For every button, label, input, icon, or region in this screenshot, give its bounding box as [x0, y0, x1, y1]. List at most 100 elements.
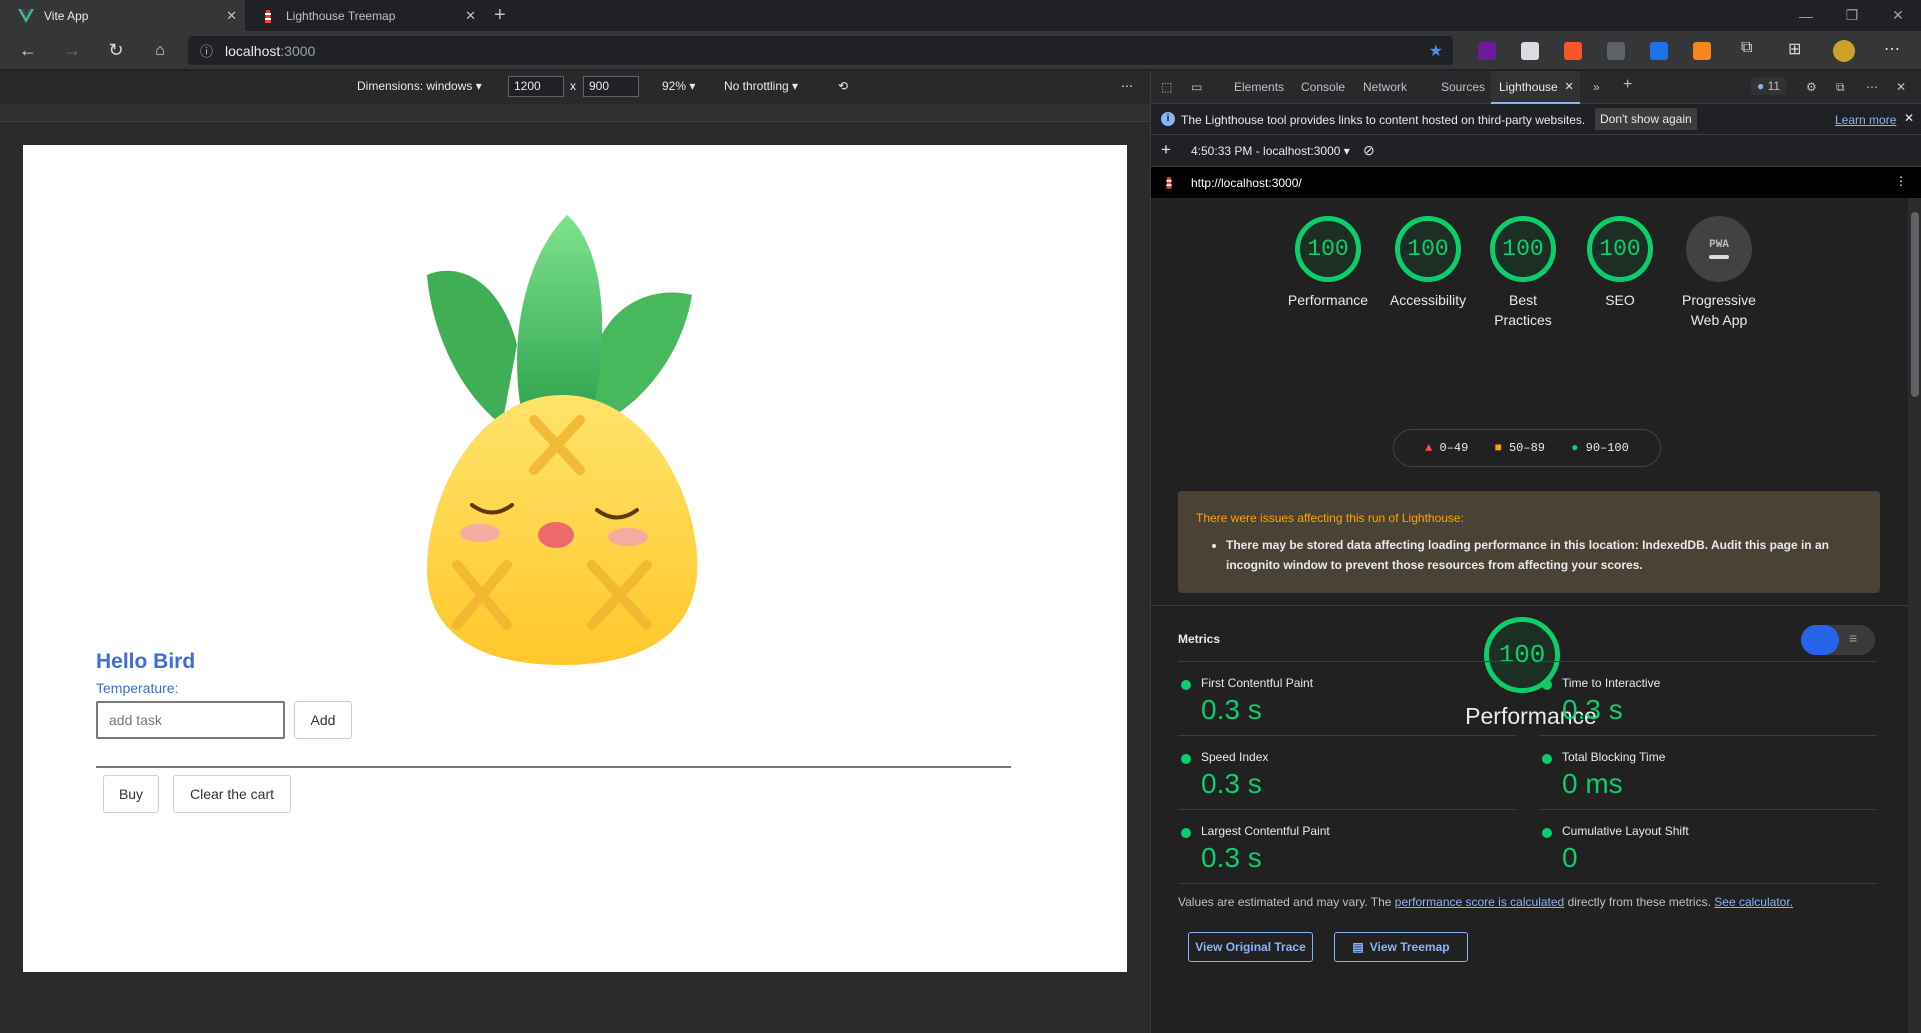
- address-toolbar: ← → ↻ ⌂ ⓘ localhost:3000 ★ ⧉ ⊞ ⋯: [0, 31, 1921, 70]
- note-text: directly from these metrics.: [1567, 895, 1711, 909]
- report-menu-icon[interactable]: ⋮: [1895, 174, 1907, 188]
- settings-gear-icon[interactable]: ⚙: [1806, 80, 1817, 94]
- legend-average: ■ 50–89: [1495, 441, 1545, 455]
- reload-icon[interactable]: ↻: [98, 31, 134, 70]
- extensions-puzzle-icon[interactable]: ⧉: [1741, 39, 1752, 57]
- zoom-label: 92%: [662, 79, 687, 93]
- square-icon: ■: [1494, 441, 1502, 455]
- gauge-pwa[interactable]: PWA Progressive Web App: [1661, 216, 1777, 330]
- legend-label: 90–100: [1585, 441, 1629, 455]
- dimensions-label: Dimensions: windows: [357, 79, 473, 93]
- tab-elements[interactable]: Elements: [1234, 80, 1284, 94]
- tab-lighthouse[interactable]: Lighthouse ✕: [1491, 71, 1580, 104]
- media-query-ruler: [0, 104, 1150, 122]
- close-info-icon[interactable]: ✕: [1904, 111, 1914, 125]
- issues-badge[interactable]: ● 11: [1751, 77, 1787, 95]
- new-report-icon[interactable]: +: [1161, 140, 1171, 160]
- metric-tti: Time to Interactive 0.3 s: [1539, 661, 1877, 735]
- restore-icon[interactable]: ❐: [1829, 0, 1875, 31]
- metrics-heading: Metrics: [1178, 632, 1221, 646]
- close-tab-icon[interactable]: ✕: [465, 8, 476, 24]
- more-options-icon[interactable]: ⋯: [1866, 80, 1878, 94]
- pass-indicator: [1542, 828, 1552, 838]
- dont-show-again-button[interactable]: Don't show again: [1595, 108, 1697, 130]
- buy-button[interactable]: Buy: [103, 775, 159, 813]
- collections-icon[interactable]: ⊞: [1788, 39, 1801, 59]
- report-time: 4:50:33 PM - localhost:3000: [1191, 144, 1341, 158]
- tab-title: Lighthouse Treemap: [286, 8, 396, 23]
- throttling-select[interactable]: No throttling ▾: [724, 79, 798, 93]
- avatar[interactable]: [1833, 40, 1855, 62]
- calculator-link[interactable]: See calculator.: [1714, 895, 1793, 909]
- close-window-icon[interactable]: ✕: [1875, 0, 1921, 31]
- device-toggle-icon[interactable]: ▭: [1191, 80, 1202, 94]
- compact-view-icon[interactable]: [1801, 625, 1839, 655]
- site-info-icon[interactable]: ⓘ: [200, 41, 213, 60]
- treemap-icon: ▤: [1352, 940, 1364, 954]
- dock-icon[interactable]: ⧉: [1836, 80, 1845, 95]
- width-input[interactable]: 1200: [508, 76, 564, 97]
- gauge-performance[interactable]: 100 Performance: [1280, 216, 1376, 310]
- back-icon[interactable]: ←: [10, 31, 46, 70]
- close-tab-icon[interactable]: ✕: [1565, 80, 1574, 93]
- extension-icon-1[interactable]: [1478, 42, 1496, 60]
- more-tabs-icon[interactable]: »: [1593, 80, 1600, 94]
- tab-console[interactable]: Console: [1301, 80, 1345, 94]
- expanded-view-icon[interactable]: ≡: [1849, 630, 1857, 646]
- metric-name: First Contentful Paint: [1201, 676, 1314, 690]
- gauge-seo[interactable]: 100 SEO: [1572, 216, 1668, 310]
- close-devtools-icon[interactable]: ✕: [1896, 80, 1906, 94]
- rotate-icon[interactable]: ⟲: [838, 79, 848, 93]
- bookmark-star-icon[interactable]: ★: [1429, 41, 1443, 61]
- report-select[interactable]: 4:50:33 PM - localhost:3000 ▾: [1191, 144, 1350, 158]
- view-treemap-button[interactable]: ▤ View Treemap: [1334, 932, 1468, 962]
- issues-count: 11: [1767, 79, 1781, 93]
- clear-cart-button[interactable]: Clear the cart: [173, 775, 291, 813]
- report-scrollbar[interactable]: [1908, 198, 1921, 1033]
- gauge-label: Progressive Web App: [1682, 292, 1756, 328]
- extension-icon-2[interactable]: [1521, 42, 1539, 60]
- score-calculated-link[interactable]: performance score is calculated: [1395, 895, 1564, 909]
- home-icon[interactable]: ⌂: [142, 31, 178, 70]
- score-ring: 100: [1295, 216, 1361, 282]
- tab-lighthouse-treemap[interactable]: Lighthouse Treemap ✕: [246, 0, 484, 31]
- tab-title: Vite App: [44, 8, 89, 23]
- close-tab-icon[interactable]: ✕: [226, 8, 237, 24]
- add-panel-icon[interactable]: +: [1623, 76, 1632, 94]
- inspect-element-icon[interactable]: ⬚: [1161, 80, 1172, 94]
- tab-vite-app[interactable]: Vite App ✕: [0, 0, 245, 31]
- metrics-view-toggle[interactable]: ≡: [1801, 625, 1875, 655]
- extension-icon-4[interactable]: [1607, 42, 1625, 60]
- view-original-trace-button[interactable]: View Original Trace: [1188, 932, 1313, 962]
- tab-network[interactable]: Network: [1363, 80, 1407, 94]
- forward-icon[interactable]: →: [54, 31, 90, 70]
- pass-indicator: [1181, 680, 1191, 690]
- pineapple-illustration: [427, 215, 698, 665]
- throttling-label: No throttling: [724, 79, 789, 93]
- gauge-accessibility[interactable]: 100 Accessibility: [1370, 216, 1486, 310]
- height-input[interactable]: 900: [583, 76, 639, 97]
- omnibox[interactable]: ⓘ localhost:3000 ★: [188, 36, 1453, 65]
- minimize-icon[interactable]: —: [1783, 0, 1829, 31]
- tab-sources[interactable]: Sources: [1441, 80, 1485, 94]
- task-input[interactable]: [96, 701, 285, 739]
- url-port: :3000: [280, 42, 316, 59]
- device-options-icon[interactable]: ⋯: [1121, 79, 1133, 93]
- dimension-separator: x: [570, 79, 576, 93]
- clear-reports-icon[interactable]: ⊘: [1363, 142, 1375, 159]
- gauge-best-practices[interactable]: 100 Best Practices: [1475, 216, 1571, 330]
- learn-more-link[interactable]: Learn more: [1835, 113, 1896, 127]
- metamask-icon[interactable]: [1693, 42, 1711, 60]
- add-button[interactable]: Add: [294, 701, 352, 739]
- more-menu-icon[interactable]: ⋯: [1884, 39, 1900, 59]
- pwa-badge: PWA: [1686, 216, 1752, 282]
- report-url: http://localhost:3000/: [1191, 176, 1302, 190]
- dimensions-select[interactable]: Dimensions: windows ▾: [357, 79, 482, 93]
- metric-value: 0.3 s: [1201, 842, 1262, 873]
- extension-icon-5[interactable]: [1650, 42, 1668, 60]
- brave-extension-icon[interactable]: [1564, 42, 1582, 60]
- zoom-select[interactable]: 92% ▾: [662, 79, 695, 93]
- scrollbar-thumb[interactable]: [1911, 212, 1919, 397]
- metric-lcp: Largest Contentful Paint 0.3 s: [1178, 809, 1516, 883]
- new-tab-icon[interactable]: +: [494, 4, 506, 27]
